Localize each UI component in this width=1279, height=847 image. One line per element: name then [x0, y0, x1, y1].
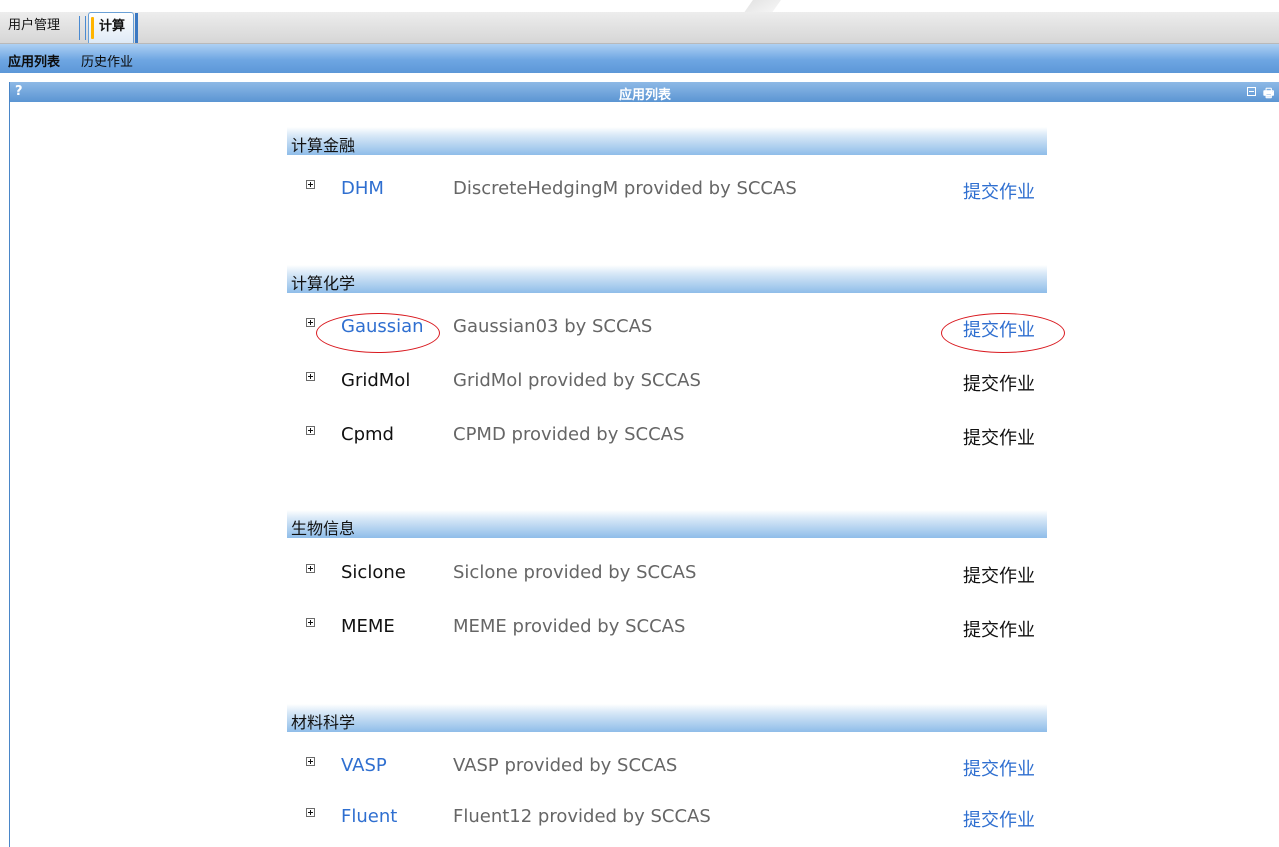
category-header: 材料科学 [287, 704, 1047, 732]
app-description: Fluent12 provided by SCCAS [453, 806, 711, 827]
expand-icon[interactable] [306, 564, 315, 573]
tab-user-management[interactable]: 用户管理 [8, 12, 60, 43]
app-name-link[interactable]: Fluent [341, 806, 397, 827]
app-row: Siclone Siclone provided by SCCAS 提交作业 [0, 562, 1279, 592]
panel-title: 应用列表 [618, 88, 671, 103]
app-name: GridMol [341, 370, 411, 391]
category-header: 计算金融 [287, 127, 1047, 155]
submit-job-link[interactable]: 提交作业 [963, 316, 1035, 342]
print-icon[interactable]: 🖶 [1263, 84, 1274, 105]
app-name: Cpmd [341, 424, 394, 445]
sub-navigation: 应用列表 历史作业 [0, 44, 1279, 73]
app-name-link[interactable]: DHM [341, 178, 384, 199]
app-description: DiscreteHedgingM provided by SCCAS [453, 178, 797, 199]
app-description: CPMD provided by SCCAS [453, 424, 685, 445]
app-name-link[interactable]: VASP [341, 755, 387, 776]
app-name: Siclone [341, 562, 406, 583]
submit-job-link[interactable]: 提交作业 [963, 755, 1035, 781]
submit-job-label: 提交作业 [963, 566, 1035, 587]
expand-icon[interactable] [306, 180, 315, 189]
category-title: 材料科学 [291, 713, 356, 732]
expand-icon[interactable] [306, 808, 315, 817]
submit-job-link[interactable]: 提交作业 [963, 178, 1035, 204]
app-row: DHM DiscreteHedgingM provided by SCCAS 提… [0, 178, 1279, 208]
tab-compute[interactable]: 计算 [88, 12, 139, 43]
top-tab-bar: 用户管理 计算 [0, 12, 1279, 44]
app-row: Fluent Fluent12 provided by SCCAS 提交作业 [0, 806, 1279, 836]
app-row: Gaussian Gaussian03 by SCCAS 提交作业 [0, 316, 1279, 346]
expand-icon[interactable] [306, 757, 315, 766]
app-name: MEME [341, 616, 395, 637]
submit-job-link[interactable]: 提交作业 [963, 806, 1035, 832]
minimize-icon[interactable] [1247, 87, 1256, 96]
app-row: MEME MEME provided by SCCAS 提交作业 [0, 616, 1279, 646]
expand-icon[interactable] [306, 618, 315, 627]
submit-job-label: 提交作业 [963, 374, 1035, 395]
app-description: Gaussian03 by SCCAS [453, 316, 653, 337]
category-header: 计算化学 [287, 265, 1047, 293]
subnav-app-list[interactable]: 应用列表 [8, 51, 60, 70]
category-header: 生物信息 [287, 510, 1047, 538]
app-description: Siclone provided by SCCAS [453, 562, 697, 583]
app-row: VASP VASP provided by SCCAS 提交作业 [0, 755, 1279, 785]
panel-header: ? 应用列表 🖶 [10, 82, 1279, 105]
expand-icon[interactable] [306, 426, 315, 435]
app-description: GridMol provided by SCCAS [453, 370, 701, 391]
app-row: Cpmd CPMD provided by SCCAS 提交作业 [0, 424, 1279, 454]
app-name-link[interactable]: Gaussian [341, 316, 424, 337]
category-title: 计算金融 [291, 136, 356, 155]
expand-icon[interactable] [306, 372, 315, 381]
tab-divider [79, 16, 86, 40]
expand-icon[interactable] [306, 318, 315, 327]
submit-job-label: 提交作业 [963, 428, 1035, 449]
category-title: 计算化学 [291, 274, 356, 293]
app-row: GridMol GridMol provided by SCCAS 提交作业 [0, 370, 1279, 400]
app-description: MEME provided by SCCAS [453, 616, 686, 637]
subnav-history-jobs[interactable]: 历史作业 [81, 51, 133, 70]
submit-job-label: 提交作业 [963, 620, 1035, 641]
app-description: VASP provided by SCCAS [453, 755, 678, 776]
category-title: 生物信息 [291, 519, 356, 538]
